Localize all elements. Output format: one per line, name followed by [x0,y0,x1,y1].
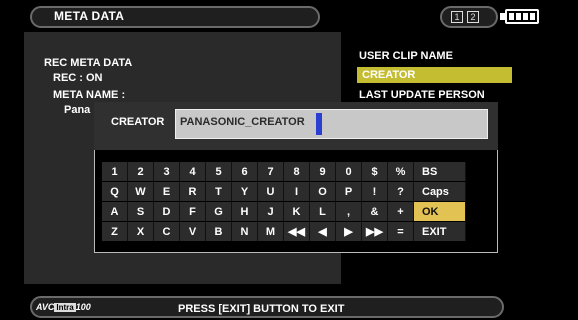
key-button[interactable]: & [362,202,388,221]
key-button[interactable]: S [128,202,154,221]
footer-instruction: PRESS [EXIT] BUTTON TO EXIT [178,303,345,315]
menu-item-creator[interactable]: CREATOR [357,67,512,83]
key-button[interactable]: BS [414,162,466,181]
key-button[interactable]: B [206,222,232,241]
key-button[interactable]: H [232,202,258,221]
key-button[interactable]: $ [362,162,388,181]
key-button[interactable]: = [388,222,414,241]
key-button[interactable]: W [128,182,154,201]
key-button[interactable]: ▶▶ [362,222,388,241]
keyboard-row: A S D F G H J K L, & + OK [102,202,494,221]
camera-menu-screen: META DATA 1 2 REC META DATA REC : ON MET… [24,0,554,320]
key-button[interactable]: X [128,222,154,241]
key-button[interactable]: 1 [102,162,128,181]
key-button[interactable]: ▶ [336,222,362,241]
key-button[interactable]: % [388,162,414,181]
key-button[interactable]: EXIT [414,222,466,241]
key-button[interactable]: K [284,202,310,221]
key-button[interactable]: ◀ [310,222,336,241]
key-button[interactable]: D [154,202,180,221]
key-button[interactable]: 4 [180,162,206,181]
key-button[interactable]: 2 [128,162,154,181]
key-button[interactable]: I [284,182,310,201]
text-cursor [316,113,322,135]
key-button[interactable]: ◀◀ [284,222,310,241]
key-button[interactable]: OK [414,202,466,221]
page-title: META DATA [54,9,125,23]
key-button[interactable]: 3 [154,162,180,181]
key-button[interactable]: 6 [232,162,258,181]
key-button[interactable]: , [336,202,362,221]
key-button[interactable]: 5 [206,162,232,181]
on-screen-keyboard: 1 2 3 4 5 6 7 8 9 0 $% BS Q W E R T Y U I O P!? Caps A S D F G H J K L,… [102,162,494,242]
key-button[interactable]: P [336,182,362,201]
key-button[interactable]: G [206,202,232,221]
key-button[interactable]: N [232,222,258,241]
key-button[interactable]: + [388,202,414,221]
menu-item-last-update-person[interactable]: LAST UPDATE PERSON [359,89,485,101]
key-button[interactable]: M [258,222,284,241]
battery-icon [505,9,539,24]
key-button[interactable]: C [154,222,180,241]
key-button[interactable]: T [206,182,232,201]
creator-text-value: PANASONIC_CREATOR [180,116,305,128]
keyboard-row: Z X C V B N M ◀◀ ◀ ▶ ▶▶ = EXIT [102,222,494,241]
key-button[interactable]: O [310,182,336,201]
key-button[interactable]: Z [102,222,128,241]
keyboard-row: 1 2 3 4 5 6 7 8 9 0 $% BS [102,162,494,181]
card-slot-2-icon: 2 [467,11,479,23]
key-button[interactable]: A [102,202,128,221]
key-button[interactable]: Caps [414,182,466,201]
keyboard-row: Q W E R T Y U I O P!? Caps [102,182,494,201]
meta-name-value: Pana [64,104,91,116]
key-button[interactable]: J [258,202,284,221]
rec-status: REC : ON [53,72,103,84]
key-button[interactable]: V [180,222,206,241]
key-button[interactable]: Y [232,182,258,201]
key-button[interactable]: 9 [310,162,336,181]
card-slot-1-icon: 1 [451,11,463,23]
menu-item-creator-label: CREATOR [362,69,416,81]
field-label: CREATOR [111,116,165,128]
key-button[interactable]: E [154,182,180,201]
menu-item-user-clip-name[interactable]: USER CLIP NAME [359,50,453,62]
key-button[interactable]: 7 [258,162,284,181]
key-button[interactable]: R [180,182,206,201]
key-button[interactable]: ! [362,182,388,201]
key-button[interactable]: 8 [284,162,310,181]
meta-name-label: META NAME : [53,89,126,101]
rec-meta-data-title: REC META DATA [44,57,133,69]
key-button[interactable]: Q [102,182,128,201]
key-button[interactable]: ? [388,182,414,201]
key-button[interactable]: 0 [336,162,362,181]
key-button[interactable]: U [258,182,284,201]
key-button[interactable]: F [180,202,206,221]
key-button[interactable]: L [310,202,336,221]
avc-intra-logo: AVC Intra 100 [36,302,91,312]
